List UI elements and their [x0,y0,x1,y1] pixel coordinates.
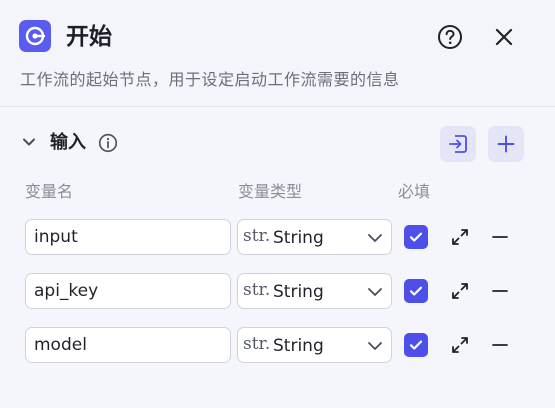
variable-row: str. String [0,273,555,311]
close-button[interactable] [490,23,518,51]
collapse-chevron-icon[interactable] [20,133,38,151]
start-node-icon [19,20,51,52]
string-type-icon: str. [243,280,271,300]
variable-row: str. String [0,219,555,257]
panel-header: 开始 工作流的起始节点，用于设定启动工作流需要的信息 [0,0,555,107]
checkmark-icon [409,232,423,242]
expand-button[interactable] [448,225,472,249]
chevron-down-icon [368,342,382,350]
expand-icon [452,229,468,245]
chevron-down-icon [368,288,382,296]
minus-icon [492,290,508,292]
string-type-icon: str. [243,226,271,246]
import-icon [449,135,467,153]
variable-type-label: String [273,336,324,356]
required-checkbox[interactable] [404,279,428,303]
add-variable-button[interactable] [488,126,524,162]
column-header-type: 变量类型 [238,182,303,201]
minus-icon [492,236,508,238]
chevron-down-icon [368,234,382,242]
variable-type-label: String [273,228,324,248]
expand-icon [452,283,468,299]
start-node-panel: 开始 工作流的起始节点，用于设定启动工作流需要的信息 输入 变量名 变量类型 必… [0,0,555,408]
inputs-section-header: 输入 [0,120,555,166]
required-checkbox[interactable] [404,225,428,249]
column-header-required: 必填 [398,182,431,201]
required-checkbox[interactable] [404,333,428,357]
checkmark-icon [409,340,423,350]
close-icon [495,28,513,46]
node-description: 工作流的起始节点，用于设定启动工作流需要的信息 [20,70,400,89]
variable-type-select[interactable]: str. String [237,219,392,255]
expand-button[interactable] [448,279,472,303]
expand-button[interactable] [448,333,472,357]
variable-type-label: String [273,282,324,302]
variable-type-select[interactable]: str. String [237,327,392,363]
plus-icon [497,135,515,153]
variable-name-input[interactable] [25,327,231,363]
help-button[interactable] [436,23,464,51]
remove-variable-button[interactable] [488,279,512,303]
question-circle-icon [438,25,462,49]
minus-icon [492,344,508,346]
variable-name-input[interactable] [25,219,231,255]
remove-variable-button[interactable] [488,333,512,357]
inputs-section-title: 输入 [50,132,86,153]
remove-variable-button[interactable] [488,225,512,249]
variable-type-select[interactable]: str. String [237,273,392,309]
column-header-name: 变量名 [25,182,74,201]
string-type-icon: str. [243,334,271,354]
info-icon[interactable] [98,133,118,153]
variable-row: str. String [0,327,555,365]
node-title: 开始 [66,24,112,50]
import-variables-button[interactable] [440,126,476,162]
variable-name-input[interactable] [25,273,231,309]
checkmark-icon [409,286,423,296]
expand-icon [452,337,468,353]
